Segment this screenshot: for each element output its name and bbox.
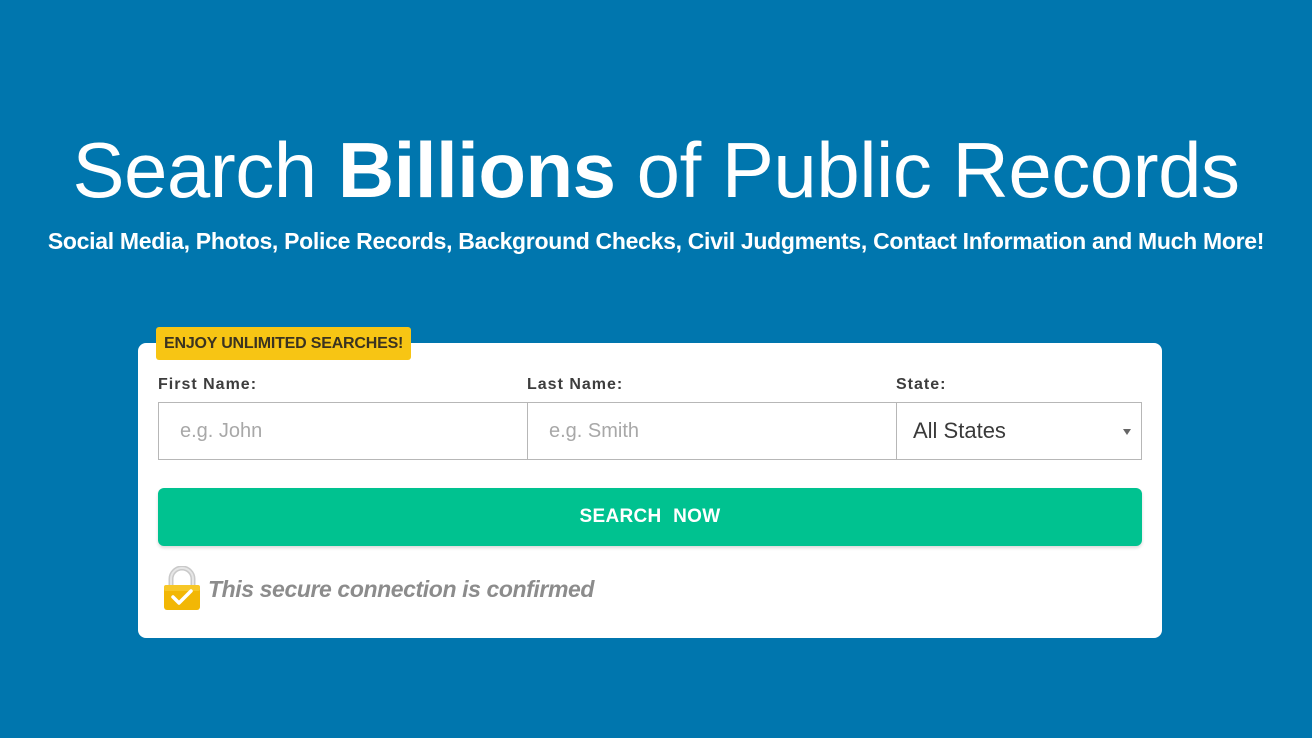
first-name-label: First Name: <box>158 376 258 393</box>
secure-connection-text: This secure connection is confirmed <box>208 576 595 602</box>
hero-title-part1: Search <box>72 126 338 214</box>
hero-title-part2: of Public Records <box>615 126 1240 214</box>
last-name-label: Last Name: <box>527 376 624 393</box>
search-now-button[interactable]: SEARCH NOW <box>158 488 1142 546</box>
hero-title: Search Billions of Public Records <box>0 122 1312 218</box>
first-name-input[interactable] <box>158 402 528 460</box>
chevron-down-icon <box>1123 429 1131 435</box>
last-name-input[interactable] <box>527 402 897 460</box>
state-select[interactable]: All States <box>896 402 1142 460</box>
state-select-value: All States <box>913 418 1006 443</box>
padlock-check-icon <box>164 566 200 610</box>
hero-subtitle: Social Media, Photos, Police Records, Ba… <box>47 228 1265 254</box>
hero-title-bold: Billions <box>337 126 616 214</box>
promo-badge: ENJOY UNLIMITED SEARCHES! <box>156 327 412 360</box>
state-label: State: <box>896 376 947 393</box>
